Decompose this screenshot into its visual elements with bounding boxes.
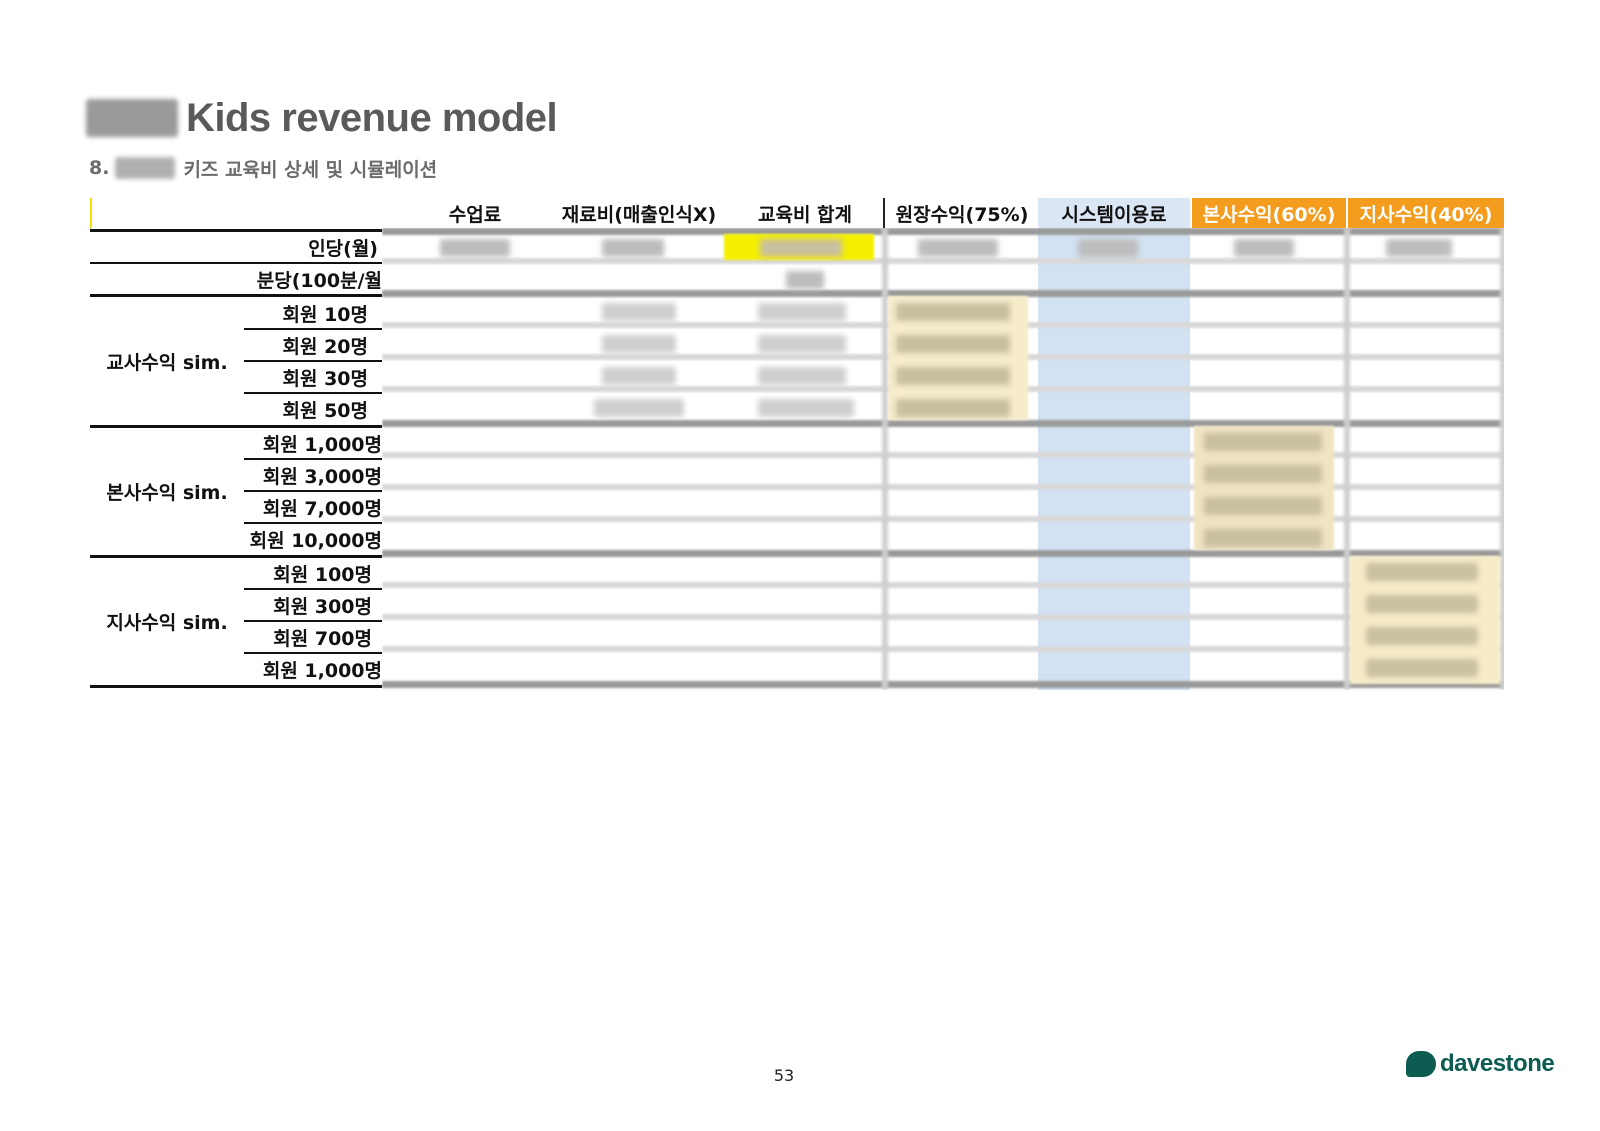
row-label: 회원 3,000명: [262, 465, 382, 488]
redacted-cell: [1204, 433, 1322, 451]
col-head-branch: 지사수익(40%): [1348, 198, 1504, 228]
redacted-cell: [1204, 529, 1322, 547]
row-label: 회원 10명: [282, 303, 369, 326]
col-head-total: 교육비 합계: [757, 203, 852, 226]
page-subtitle: 키즈 교육비 상세 및 시뮬레이션: [183, 158, 438, 181]
group-label-hq: 본사수익 sim.: [106, 481, 228, 504]
grid-vline: [1500, 228, 1504, 690]
redacted-cell: [1366, 659, 1478, 677]
redacted-cell: [1386, 239, 1452, 257]
redacted-cell: [602, 303, 676, 321]
redacted-cell: [1204, 497, 1322, 515]
grid-hline: [382, 681, 1504, 688]
redacted-cell: [758, 399, 854, 417]
row-label: 회원 50명: [282, 399, 369, 422]
redacted-cell: [1204, 465, 1322, 483]
logo-text: davestone: [1440, 1050, 1555, 1077]
grid-hline: [382, 484, 1504, 490]
row-label: 회원 10,000명: [249, 529, 382, 552]
grid-hline: [382, 228, 1504, 235]
col-head-tuition: 수업료: [448, 203, 502, 226]
redacted-cell: [1234, 239, 1294, 257]
page-title-row: Kids revenue model: [86, 95, 558, 140]
redacted-cell: [440, 239, 510, 257]
row-label: 분당(100분/월: [256, 269, 382, 292]
grid-hline: [382, 646, 1504, 652]
system-fee-column-bg: [1038, 228, 1190, 690]
redacted-cell: [1366, 563, 1478, 581]
row-label: 회원 30명: [282, 367, 369, 390]
row-label: 회원 1,000명: [262, 659, 382, 682]
row-label: 회원 1,000명: [262, 433, 382, 456]
brand-logo: davestone: [1406, 1050, 1555, 1078]
grid-hline: [382, 452, 1504, 458]
revenue-table: 수업료 재료비(매출인식X) 교육비 합계 원장수익(75%) 시스템이용료 본…: [90, 198, 1504, 690]
grid-hline: [382, 582, 1504, 588]
redacted-title-prefix: [86, 99, 178, 137]
redacted-cell: [896, 367, 1010, 385]
row-label: 회원 20명: [282, 335, 369, 358]
row-label: 회원 300명: [273, 595, 372, 618]
page-number: 53: [773, 1066, 795, 1085]
group-label-teacher: 교사수익 sim.: [106, 351, 228, 374]
redacted-cell: [1078, 239, 1138, 257]
grid-hline: [382, 516, 1504, 522]
redacted-cell: [896, 399, 1010, 417]
redacted-cell: [1366, 627, 1478, 645]
grid-hline: [382, 258, 1504, 264]
redacted-cell: [602, 367, 676, 385]
redacted-cell: [896, 335, 1010, 353]
redacted-cell: [758, 303, 846, 321]
col-head-director: 원장수익(75%): [895, 203, 1029, 226]
grid-hline: [382, 550, 1504, 557]
redacted-cell: [758, 367, 846, 385]
page-title: Kids revenue model: [186, 95, 558, 140]
header-divider: [883, 198, 885, 228]
row-label: 인당(월): [308, 237, 378, 260]
redacted-cell: [602, 239, 664, 257]
redacted-cell: [1366, 595, 1478, 613]
redacted-cell: [594, 399, 684, 417]
grid-hline: [382, 614, 1504, 620]
grid-hline: [382, 420, 1504, 427]
row-label: 회원 700명: [273, 627, 372, 650]
redacted-cell: [758, 335, 846, 353]
redacted-cell: [602, 335, 676, 353]
redacted-cell: [896, 303, 1010, 321]
col-head-material: 재료비(매출인식X): [561, 203, 717, 226]
col-head-hq: 본사수익(60%): [1192, 198, 1346, 228]
subtitle-number: 8.: [89, 157, 110, 179]
row-line: [90, 685, 382, 688]
logo-mark-icon: [1406, 1051, 1436, 1077]
header-marker: [90, 198, 92, 228]
row-label: 회원 7,000명: [262, 497, 382, 520]
redacted-subtitle-brand: [115, 157, 176, 179]
col-head-system-fee: 시스템이용료: [1038, 198, 1190, 228]
page-subtitle-row: 8. 키즈 교육비 상세 및 시뮬레이션: [89, 153, 437, 183]
row-label: 회원 100명: [273, 563, 372, 586]
redacted-cell: [786, 271, 824, 289]
data-grid: [382, 228, 1504, 690]
redacted-cell: [918, 239, 998, 257]
group-label-branch: 지사수익 sim.: [106, 611, 228, 634]
redacted-cell: [760, 239, 842, 257]
